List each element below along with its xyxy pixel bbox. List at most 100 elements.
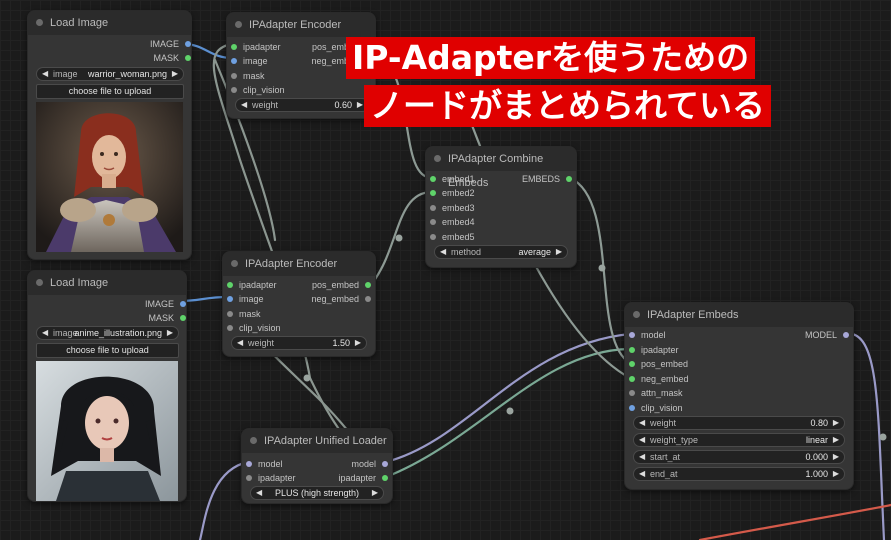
input-ipadapter[interactable]: ipadapter — [629, 344, 679, 356]
upload-button[interactable]: choose file to upload — [36, 84, 184, 99]
arrow-left-icon[interactable]: ◀ — [440, 246, 446, 258]
arrow-left-icon[interactable]: ◀ — [42, 68, 48, 80]
input-pos-embed[interactable]: pos_embed — [629, 358, 688, 370]
pin-icon[interactable] — [365, 282, 371, 288]
input-clip-vision[interactable]: clip_vision — [231, 84, 285, 96]
pin-icon[interactable] — [246, 461, 252, 467]
weight-widget[interactable]: ◀ weight 1.50 ▶ — [231, 336, 367, 350]
output-ipadapter[interactable]: ipadapter — [338, 472, 388, 484]
output-neg-embed[interactable]: neg_embed — [311, 293, 371, 305]
input-ipadapter[interactable]: ipadapter — [246, 472, 296, 484]
input-embed4[interactable]: embed4 — [430, 216, 475, 228]
input-model[interactable]: model — [246, 458, 283, 470]
pin-icon[interactable] — [629, 361, 635, 367]
node-title[interactable]: IPAdapter Embeds — [625, 303, 853, 327]
input-embed3[interactable]: embed3 — [430, 202, 475, 214]
input-mask[interactable]: mask — [231, 70, 265, 82]
input-embed1[interactable]: embed1 — [430, 173, 475, 185]
ipadapter-embeds-node[interactable]: IPAdapter Embeds model ipadapter pos_emb… — [624, 302, 854, 490]
pin-icon[interactable] — [180, 315, 186, 321]
pin-icon[interactable] — [629, 405, 635, 411]
pin-icon[interactable] — [231, 58, 237, 64]
arrow-left-icon[interactable]: ◀ — [639, 417, 645, 429]
input-attn-mask[interactable]: attn_mask — [629, 387, 683, 399]
method-widget[interactable]: ◀ method average ▶ — [434, 245, 568, 259]
collapse-dot-icon[interactable] — [633, 311, 640, 318]
pin-icon[interactable] — [185, 41, 191, 47]
collapse-dot-icon[interactable] — [36, 19, 43, 26]
arrow-left-icon[interactable]: ◀ — [42, 327, 48, 339]
pin-icon[interactable] — [382, 461, 388, 467]
weight-type-widget[interactable]: ◀ weight_type linear ▶ — [633, 433, 845, 447]
pin-icon[interactable] — [430, 176, 436, 182]
input-embed2[interactable]: embed2 — [430, 187, 475, 199]
weight-widget[interactable]: ◀ weight 0.80 ▶ — [633, 416, 845, 430]
pin-icon[interactable] — [629, 376, 635, 382]
arrow-left-icon[interactable]: ◀ — [256, 487, 262, 499]
arrow-left-icon[interactable]: ◀ — [639, 451, 645, 463]
input-mask[interactable]: mask — [227, 308, 261, 320]
node-title[interactable]: Load Image — [28, 271, 186, 295]
input-ipadapter[interactable]: ipadapter — [231, 41, 281, 53]
pin-icon[interactable] — [629, 390, 635, 396]
pin-icon[interactable] — [227, 282, 233, 288]
preset-widget[interactable]: ◀ PLUS (high strength) ▶ — [250, 486, 384, 500]
pin-icon[interactable] — [180, 301, 186, 307]
pin-icon[interactable] — [231, 87, 237, 93]
arrow-right-icon[interactable]: ▶ — [556, 246, 562, 258]
collapse-dot-icon[interactable] — [235, 21, 242, 28]
node-title[interactable]: IPAdapter Combine Embeds — [426, 147, 576, 189]
output-image[interactable]: IMAGE — [145, 298, 186, 310]
pin-icon[interactable] — [430, 205, 436, 211]
output-mask[interactable]: MASK — [148, 312, 186, 324]
arrow-right-icon[interactable]: ▶ — [833, 417, 839, 429]
arrow-right-icon[interactable]: ▶ — [833, 434, 839, 446]
arrow-right-icon[interactable]: ▶ — [167, 327, 173, 339]
pin-icon[interactable] — [231, 44, 237, 50]
pin-icon[interactable] — [365, 296, 371, 302]
image-select-widget[interactable]: ◀ image warrior_woman.png ▶ — [36, 67, 184, 81]
pin-icon[interactable] — [843, 332, 849, 338]
node-title[interactable]: Load Image — [28, 11, 191, 35]
output-image[interactable]: IMAGE — [150, 38, 191, 50]
arrow-left-icon[interactable]: ◀ — [639, 468, 645, 480]
output-embeds[interactable]: EMBEDS — [522, 173, 572, 185]
output-model[interactable]: MODEL — [805, 329, 849, 341]
input-image[interactable]: image — [227, 293, 264, 305]
input-image[interactable]: image — [231, 55, 268, 67]
arrow-left-icon[interactable]: ◀ — [237, 337, 243, 349]
pin-icon[interactable] — [246, 475, 252, 481]
input-embed5[interactable]: embed5 — [430, 231, 475, 243]
ipadapter-combine-embeds-node[interactable]: IPAdapter Combine Embeds embed1 embed2 e… — [425, 146, 577, 268]
pin-icon[interactable] — [566, 176, 572, 182]
upload-button[interactable]: choose file to upload — [36, 343, 179, 358]
pin-icon[interactable] — [227, 325, 233, 331]
pin-icon[interactable] — [629, 347, 635, 353]
collapse-dot-icon[interactable] — [36, 279, 43, 286]
pin-icon[interactable] — [382, 475, 388, 481]
pin-icon[interactable] — [629, 332, 635, 338]
node-title[interactable]: IPAdapter Encoder — [227, 13, 375, 37]
output-model[interactable]: model — [351, 458, 388, 470]
pin-icon[interactable] — [227, 311, 233, 317]
ipadapter-encoder-node-2[interactable]: IPAdapter Encoder ipadapter image mask c… — [222, 251, 376, 357]
pin-icon[interactable] — [227, 296, 233, 302]
output-pos-embed[interactable]: pos_embed — [312, 279, 371, 291]
start-at-widget[interactable]: ◀ start_at 0.000 ▶ — [633, 450, 845, 464]
arrow-left-icon[interactable]: ◀ — [241, 99, 247, 111]
arrow-right-icon[interactable]: ▶ — [355, 337, 361, 349]
load-image-node-2[interactable]: Load Image IMAGE MASK ◀ image anime_illu… — [27, 270, 187, 502]
collapse-dot-icon[interactable] — [434, 155, 441, 162]
pin-icon[interactable] — [231, 73, 237, 79]
input-clip-vision[interactable]: clip_vision — [227, 322, 281, 334]
arrow-left-icon[interactable]: ◀ — [639, 434, 645, 446]
pin-icon[interactable] — [430, 219, 436, 225]
arrow-right-icon[interactable]: ▶ — [833, 468, 839, 480]
arrow-right-icon[interactable]: ▶ — [833, 451, 839, 463]
input-ipadapter[interactable]: ipadapter — [227, 279, 277, 291]
node-title[interactable]: IPAdapter Encoder — [223, 252, 375, 276]
pin-icon[interactable] — [430, 234, 436, 240]
node-title[interactable]: IPAdapter Unified Loader — [242, 429, 392, 453]
pin-icon[interactable] — [430, 190, 436, 196]
image-select-widget[interactable]: ◀ image anime_illustration.png ▶ — [36, 326, 179, 340]
